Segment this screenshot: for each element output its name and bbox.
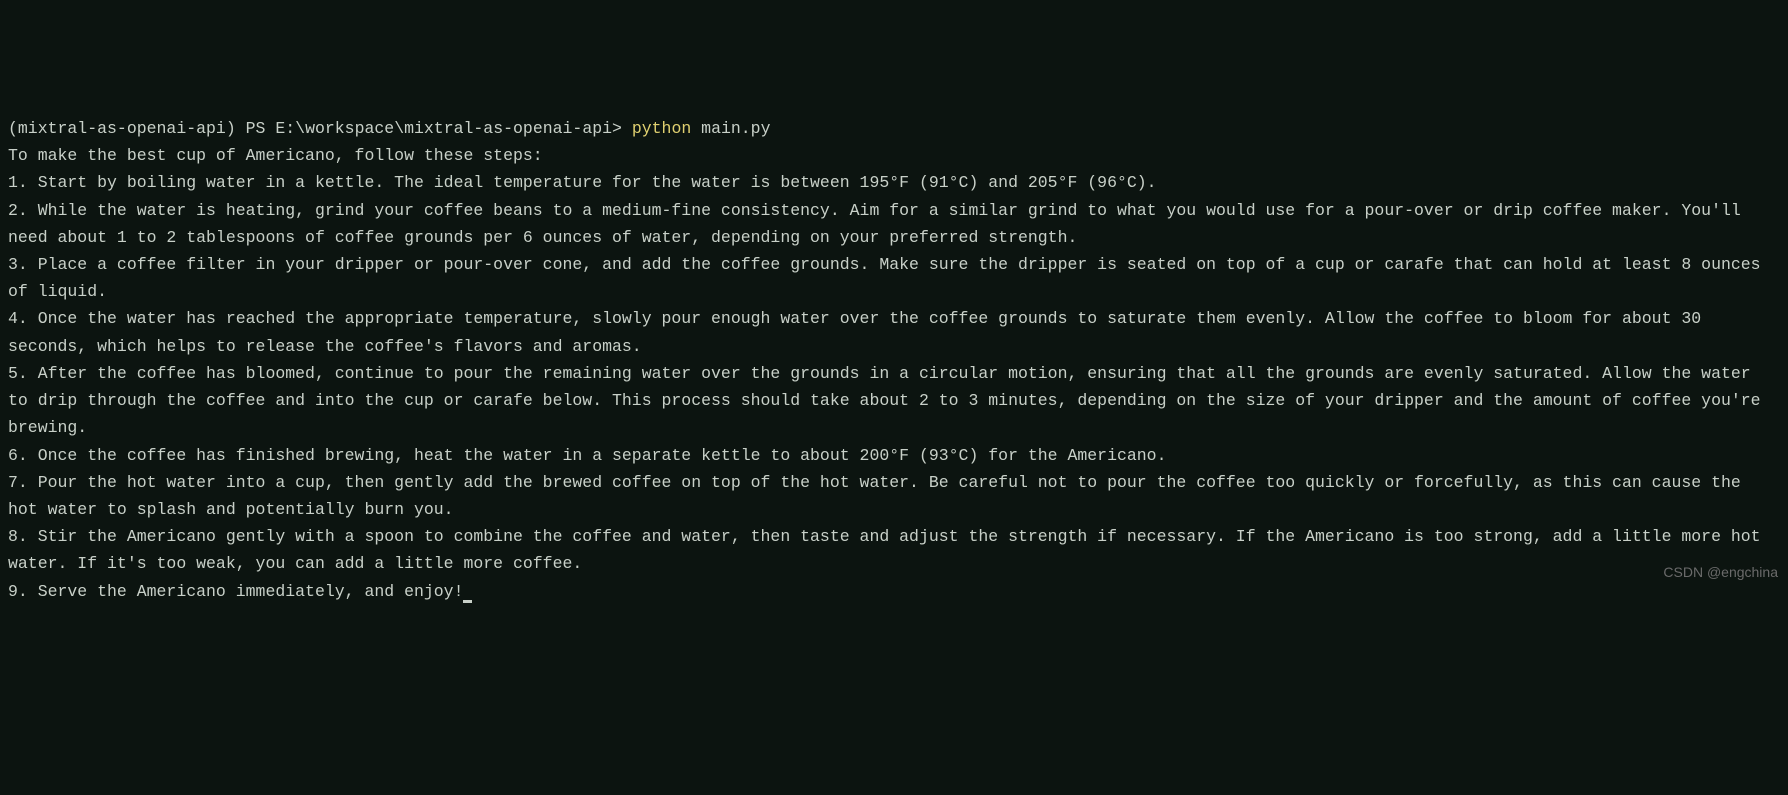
output-step-6: 6. Once the coffee has finished brewing,… xyxy=(8,442,1780,469)
output-step-2: 2. While the water is heating, grind you… xyxy=(8,197,1780,251)
output-step-9: 9. Serve the Americano immediately, and … xyxy=(8,578,1780,605)
output-step-1: 1. Start by boiling water in a kettle. T… xyxy=(8,169,1780,196)
output-step-5: 5. After the coffee has bloomed, continu… xyxy=(8,360,1780,442)
watermark: CSDN @engchina xyxy=(1663,561,1778,584)
prompt-shell: PS xyxy=(246,119,266,138)
output-intro: To make the best cup of Americano, follo… xyxy=(8,142,1780,169)
output-step-4: 4. Once the water has reached the approp… xyxy=(8,305,1780,359)
prompt-env: (mixtral-as-openai-api) xyxy=(8,119,236,138)
prompt-line: (mixtral-as-openai-api) PS E:\workspace\… xyxy=(8,115,1780,142)
output-step-3: 3. Place a coffee filter in your dripper… xyxy=(8,251,1780,305)
command-arg: main.py xyxy=(701,119,770,138)
output-step-7: 7. Pour the hot water into a cup, then g… xyxy=(8,469,1780,523)
cursor-icon xyxy=(463,600,472,603)
output-step-9-text: 9. Serve the Americano immediately, and … xyxy=(8,582,463,601)
command-keyword: python xyxy=(632,119,691,138)
terminal-output[interactable]: (mixtral-as-openai-api) PS E:\workspace\… xyxy=(8,115,1780,605)
output-step-8: 8. Stir the Americano gently with a spoo… xyxy=(8,523,1780,577)
prompt-path: E:\workspace\mixtral-as-openai-api> xyxy=(275,119,622,138)
